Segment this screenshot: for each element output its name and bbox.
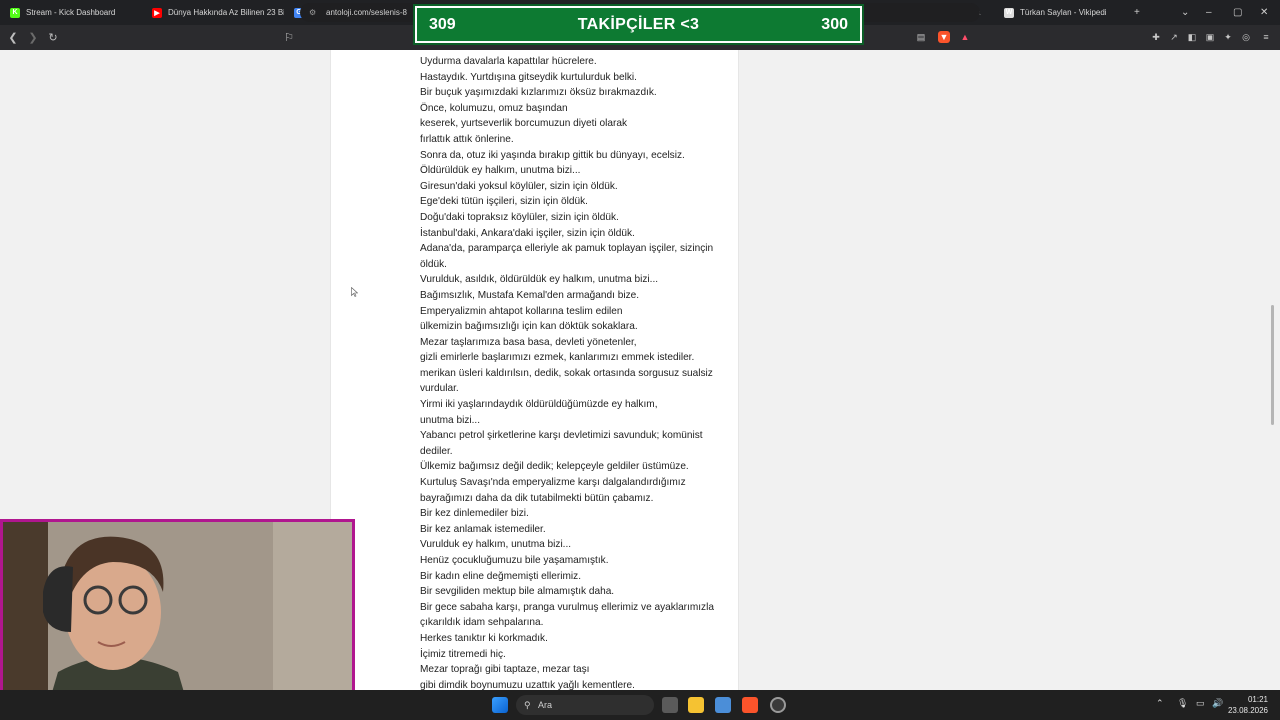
vpn-icon[interactable]: ◎: [1240, 31, 1252, 43]
follower-goal-overlay: 309 TAKİPÇİLER <3 300: [413, 4, 864, 45]
poem-line: Bir kadın eline değmemişti ellerimiz.: [420, 570, 581, 582]
poem-line: Mezar taşlarımıza basa basa, devleti yön…: [420, 336, 637, 348]
wallet-icon[interactable]: ▣: [1204, 31, 1216, 43]
volume-icon[interactable]: 🔊: [1212, 698, 1223, 709]
clock-time: 01:21: [1247, 695, 1268, 704]
network-icon[interactable]: ▭: [1196, 698, 1205, 709]
poem-line: fırlattık attık önlerine.: [420, 133, 514, 145]
brave-rewards-icon[interactable]: ▲: [959, 31, 971, 43]
poem-line: öldük.: [420, 258, 447, 270]
bookmark-icon[interactable]: ⚐: [280, 28, 298, 46]
poem-line: Henüz çocukluğumuzu bile yaşamamıştık.: [420, 555, 609, 566]
poem-line: Yabancı petrol şirketlerine karşı devlet…: [420, 430, 703, 442]
start-windows-icon[interactable]: [492, 697, 508, 713]
clock-date: 23.08.2026: [1227, 706, 1268, 715]
poem-line: unutma bizi...: [420, 414, 481, 426]
article-column: Uydurma davalarla kapattılar hücrelere. H…: [330, 50, 739, 693]
poem-line: Doğu'daki topraksız köylüler, sizin için…: [420, 211, 619, 223]
poem-line: Herkes tanıktır ki korkmadık.: [420, 632, 548, 644]
tab-label: Stream - Kick Dashboard: [26, 8, 116, 17]
file-explorer-icon[interactable]: [688, 697, 704, 713]
extensions-icon[interactable]: ✚: [1150, 31, 1162, 43]
browser-tab[interactable]: ▶ Dünya Hakkında Az Bilinen 23 Bi: [142, 0, 284, 25]
close-window-icon[interactable]: ✕: [1260, 0, 1268, 25]
maximize-icon[interactable]: ▢: [1233, 0, 1242, 25]
overlay-right-count: 300: [821, 15, 848, 33]
poem-line: Ülkemiz bağımsız değil dedik; kelepçeyle…: [420, 461, 689, 473]
tab-list-icon[interactable]: ⌄: [1181, 0, 1189, 25]
tab-favicon-icon: W: [1004, 7, 1014, 18]
poem-line: Emperyalizmin ahtapot kollarına teslim e…: [420, 305, 623, 317]
poem-line: Mezar toprağı gibi taptaze, mezar taşı: [420, 664, 590, 676]
browser-tab[interactable]: W Türkan Saylan - Vikipedi: [994, 0, 1136, 25]
brave-browser-icon[interactable]: [742, 697, 758, 713]
search-placeholder: Ara: [538, 700, 553, 710]
tray-chevron-icon[interactable]: ⌃: [1156, 698, 1164, 709]
brave-shields-icon[interactable]: ▼: [938, 31, 950, 43]
share-icon[interactable]: ↗: [1168, 31, 1180, 43]
poem-line: Önce, kolumuzu, omuz başından: [420, 102, 568, 114]
poem-line: İstanbul'daki, Ankara'daki işçiler, sizi…: [420, 227, 635, 239]
poem-line: Vurulduk, asıldık, öldürüldük ey halkım,…: [420, 274, 659, 286]
tab-label: Türkan Saylan - Vikipedi: [1020, 8, 1107, 17]
poem-line: Bir gece sabaha karşı, pranga vurulmuş e…: [420, 601, 714, 613]
reader-mode-icon[interactable]: ▤: [915, 31, 927, 43]
browser-tab[interactable]: K Stream - Kick Dashboard: [0, 0, 142, 25]
poem-line: Öldürüldük ey halkım, unutma bizi...: [420, 165, 581, 177]
minimize-icon[interactable]: –: [1206, 0, 1212, 25]
task-view-icon[interactable]: [662, 697, 678, 713]
poem-line: bayrağımızı daha da dik tutabilmekti büt…: [420, 492, 654, 504]
forward-icon[interactable]: ❯: [24, 29, 42, 47]
overlay-left-count: 309: [429, 15, 456, 33]
poem-line: Bir kez dinlemediler bizi.: [420, 508, 529, 520]
taskbar-search[interactable]: ⚲ Ara: [516, 695, 654, 715]
poem-line: Ege'deki tütün işçileri, sizin için öldü…: [420, 196, 588, 208]
obs-icon[interactable]: [770, 697, 786, 713]
poem-line: ülkemizin bağımsızlığı için kan döktük s…: [420, 321, 638, 333]
taskbar-clock[interactable]: 01:21 23.08.2026: [1228, 694, 1268, 716]
menu-icon[interactable]: ≡: [1260, 31, 1272, 43]
poem-line: Hastaydık. Yurtdışına gitseydik kurtulur…: [420, 71, 637, 83]
url-text: antoloji.com/seslenis-8: [326, 8, 407, 17]
reload-icon[interactable]: ↻: [44, 29, 62, 47]
poem-line: İçimiz titremedi hiç.: [420, 648, 506, 660]
poem-line: Vurulduk ey halkım, unutma bizi...: [420, 539, 572, 551]
poem-line: Bir buçuk yaşımızdaki kızlarımızı öksüz …: [420, 87, 657, 99]
overlay-title: TAKİPÇİLER <3: [577, 15, 700, 33]
poem-line: keserek, yurtseverlik borcumuzun diyeti …: [420, 118, 628, 130]
poem-line: gizli emirlerle başlarımızı ezmek, kanla…: [420, 352, 695, 364]
poem-line: Bir sevgiliden mektup bile almamıştık da…: [420, 586, 615, 598]
mouse-cursor-icon: [351, 287, 358, 297]
poem-line: Bağımsızlık, Mustafa Kemal'den armağandı…: [420, 289, 640, 301]
poem-line: Bir kez anlamak istemediler.: [420, 523, 546, 535]
poem-line: çıkarıldık idam sehpalarına.: [420, 617, 544, 629]
new-tab-button[interactable]: +: [1134, 0, 1140, 25]
poem-line: merikan üsleri kaldırılsın, dedik, sokak…: [420, 367, 713, 379]
poem-line: Uydurma davalarla kapattılar hücrelere.: [420, 56, 597, 67]
sidebar-icon[interactable]: ◧: [1186, 31, 1198, 43]
poem-line: vurdular.: [420, 383, 459, 395]
poem-line: Sonra da, otuz iki yaşında bırakıp gitti…: [420, 149, 685, 161]
poem-line: Yirmi iki yaşlarındaydık öldürüldüğümüzd…: [420, 399, 658, 411]
leo-ai-icon[interactable]: ✦: [1222, 31, 1234, 43]
poem-text: Uydurma davalarla kapattılar hücrelere. H…: [420, 54, 732, 693]
poem-line: Kurtuluş Savaşı'nda emperyalizme karşı d…: [420, 477, 686, 489]
site-settings-icon[interactable]: ⚙: [309, 8, 316, 17]
store-icon[interactable]: [715, 697, 731, 713]
back-icon[interactable]: ❮: [4, 29, 22, 47]
tab-favicon-icon: ▶: [152, 7, 162, 18]
poem-line: Adana'da, paramparça elleriyle ak pamuk …: [420, 243, 714, 255]
poem-line: dediler.: [420, 445, 453, 457]
tab-favicon-icon: K: [10, 7, 20, 18]
search-icon: ⚲: [524, 699, 531, 710]
page-scrollbar[interactable]: [1271, 305, 1274, 425]
microphone-icon[interactable]: 🎙: [1177, 698, 1188, 709]
tab-label: Dünya Hakkında Az Bilinen 23 Bi: [168, 8, 284, 17]
poem-line: Giresun'daki yoksul köylüler, sizin için…: [420, 180, 618, 192]
